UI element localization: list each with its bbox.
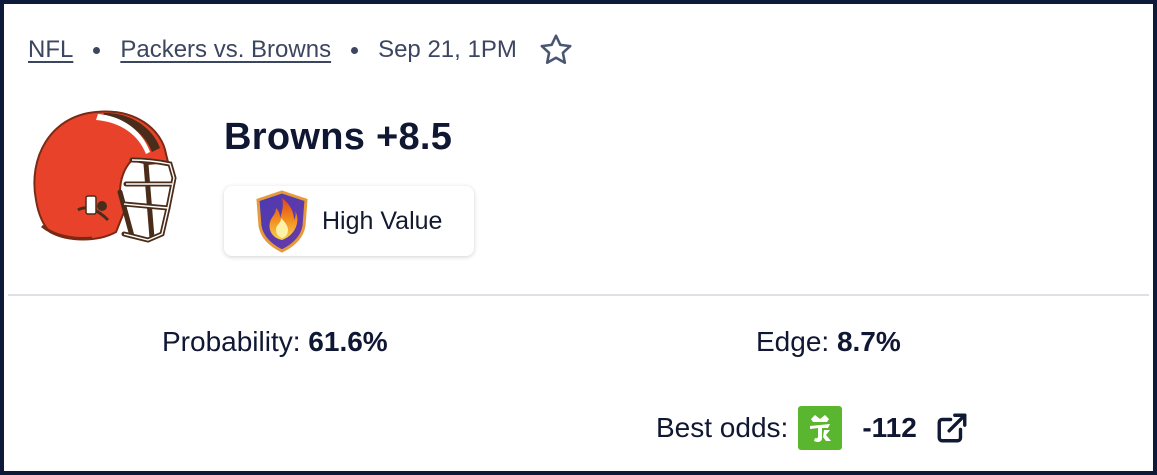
high-value-badge: High Value: [224, 186, 474, 256]
draftkings-icon: [798, 406, 843, 450]
star-icon: [540, 34, 572, 65]
edge-label: Edge:: [756, 326, 830, 357]
badge-label: High Value: [322, 206, 443, 235]
external-link-icon[interactable]: [935, 411, 969, 445]
probability-value: 61.6%: [308, 326, 388, 357]
probability-label: Probability:: [162, 326, 301, 357]
breadcrumb-matchup-link[interactable]: Packers vs. Browns: [120, 36, 331, 64]
best-odds-row: Best odds: -112: [656, 404, 969, 452]
section-divider: [8, 294, 1149, 296]
pick-card: NFL Packers vs. Browns Sep 21, 1PM Brown…: [0, 0, 1157, 475]
edge-stat: Edge: 8.7%: [756, 326, 901, 358]
breadcrumb-separator: [351, 46, 359, 54]
edge-value: 8.7%: [836, 326, 901, 357]
probability-stat: Probability: 61.6%: [162, 326, 388, 358]
pick-title: Browns +8.5: [224, 116, 453, 158]
odds-value: -112: [862, 412, 917, 443]
best-odds-label: Best odds:: [656, 412, 789, 443]
breadcrumb: NFL Packers vs. Browns Sep 21, 1PM: [28, 30, 575, 70]
flame-shield-icon: [256, 190, 308, 253]
breadcrumb-league-link[interactable]: NFL: [28, 36, 73, 64]
game-datetime: Sep 21, 1PM: [378, 36, 517, 63]
favorite-star-button[interactable]: [537, 31, 575, 69]
breadcrumb-separator: [93, 46, 101, 54]
browns-helmet-icon: [33, 110, 177, 243]
